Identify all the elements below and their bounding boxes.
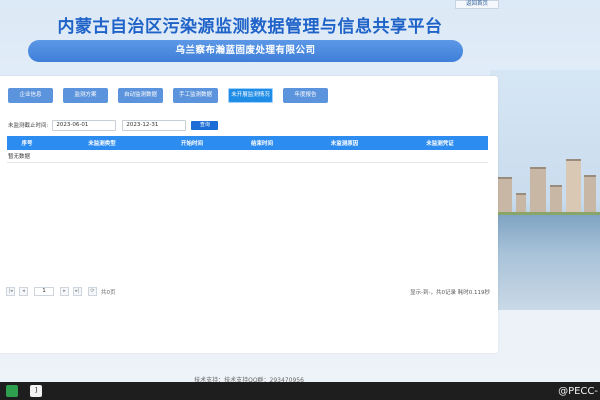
taskbar-app-icon[interactable]: ] (30, 385, 42, 397)
query-button[interactable]: 查询 (191, 120, 219, 130)
refresh-icon[interactable]: ⟳ (88, 287, 97, 296)
background-scenery (490, 70, 600, 310)
table-header-row: 序号 未监测类型 开始时间 结束时间 未监测原因 未监测凭证 (7, 136, 488, 150)
empty-table-message: 暂无数据 (7, 151, 488, 163)
column-header: 开始时间 (180, 141, 203, 147)
tab-unmonitored-status[interactable]: 未开展监测情况 (228, 88, 273, 103)
page-title: 内蒙古自治区污染源监测数据管理与信息共享平台 (57, 17, 443, 37)
back-home-button[interactable]: 返回首页 (455, 0, 499, 9)
end-date-input[interactable]: 2023-12-31 (122, 119, 187, 131)
tab-bar: 企业信息 监测方案 自动监测数据 手工监测数据 未开展监测情况 年度报告 (8, 88, 338, 103)
pagination: |◂ ◂ 1 ▸ ▸| ⟳ 共0页 (6, 287, 116, 296)
tab-enterprise-info[interactable]: 企业信息 (8, 88, 53, 103)
first-page-icon[interactable]: |◂ (6, 287, 15, 296)
watermark-text: @PECC- (558, 386, 598, 397)
start-icon[interactable] (6, 385, 18, 397)
main-panel: 企业信息 监测方案 自动监测数据 手工监测数据 未开展监测情况 年度报告 未监测… (0, 76, 498, 353)
unmonitored-table: 序号 未监测类型 开始时间 结束时间 未监测原因 未监测凭证 (7, 136, 488, 150)
pagination-info: 显示-到-，共0记录 耗时0.119秒 (410, 290, 490, 296)
os-taskbar: ] (0, 382, 600, 400)
column-header: 未监测原因 (330, 141, 359, 147)
tab-monitoring-plan[interactable]: 监测方案 (63, 88, 108, 103)
tab-annual-report[interactable]: 年度报告 (283, 88, 328, 103)
last-page-icon[interactable]: ▸| (73, 287, 82, 296)
column-header: 序号 (21, 141, 33, 147)
start-date-input[interactable]: 2023-06-01 (52, 119, 117, 131)
next-page-icon[interactable]: ▸ (60, 287, 69, 296)
page-number-input[interactable]: 1 (34, 287, 54, 296)
tab-auto-monitoring-data[interactable]: 自动监测数据 (118, 88, 163, 103)
company-name-banner: 乌兰察布瀚蓝固废处理有限公司 (28, 40, 463, 62)
tab-manual-monitoring-data[interactable]: 手工监测数据 (173, 88, 218, 103)
date-range-label: 未监测截止时间: (8, 123, 49, 129)
prev-page-icon[interactable]: ◂ (19, 287, 28, 296)
column-header: 未监测类型 (88, 141, 116, 147)
column-header: 未监测凭证 (426, 141, 454, 147)
column-header: 结束时间 (250, 141, 273, 147)
total-pages: 共0页 (101, 289, 116, 296)
filter-bar: 未监测截止时间: 2023-06-01 2023-12-31 查询 (8, 119, 219, 131)
